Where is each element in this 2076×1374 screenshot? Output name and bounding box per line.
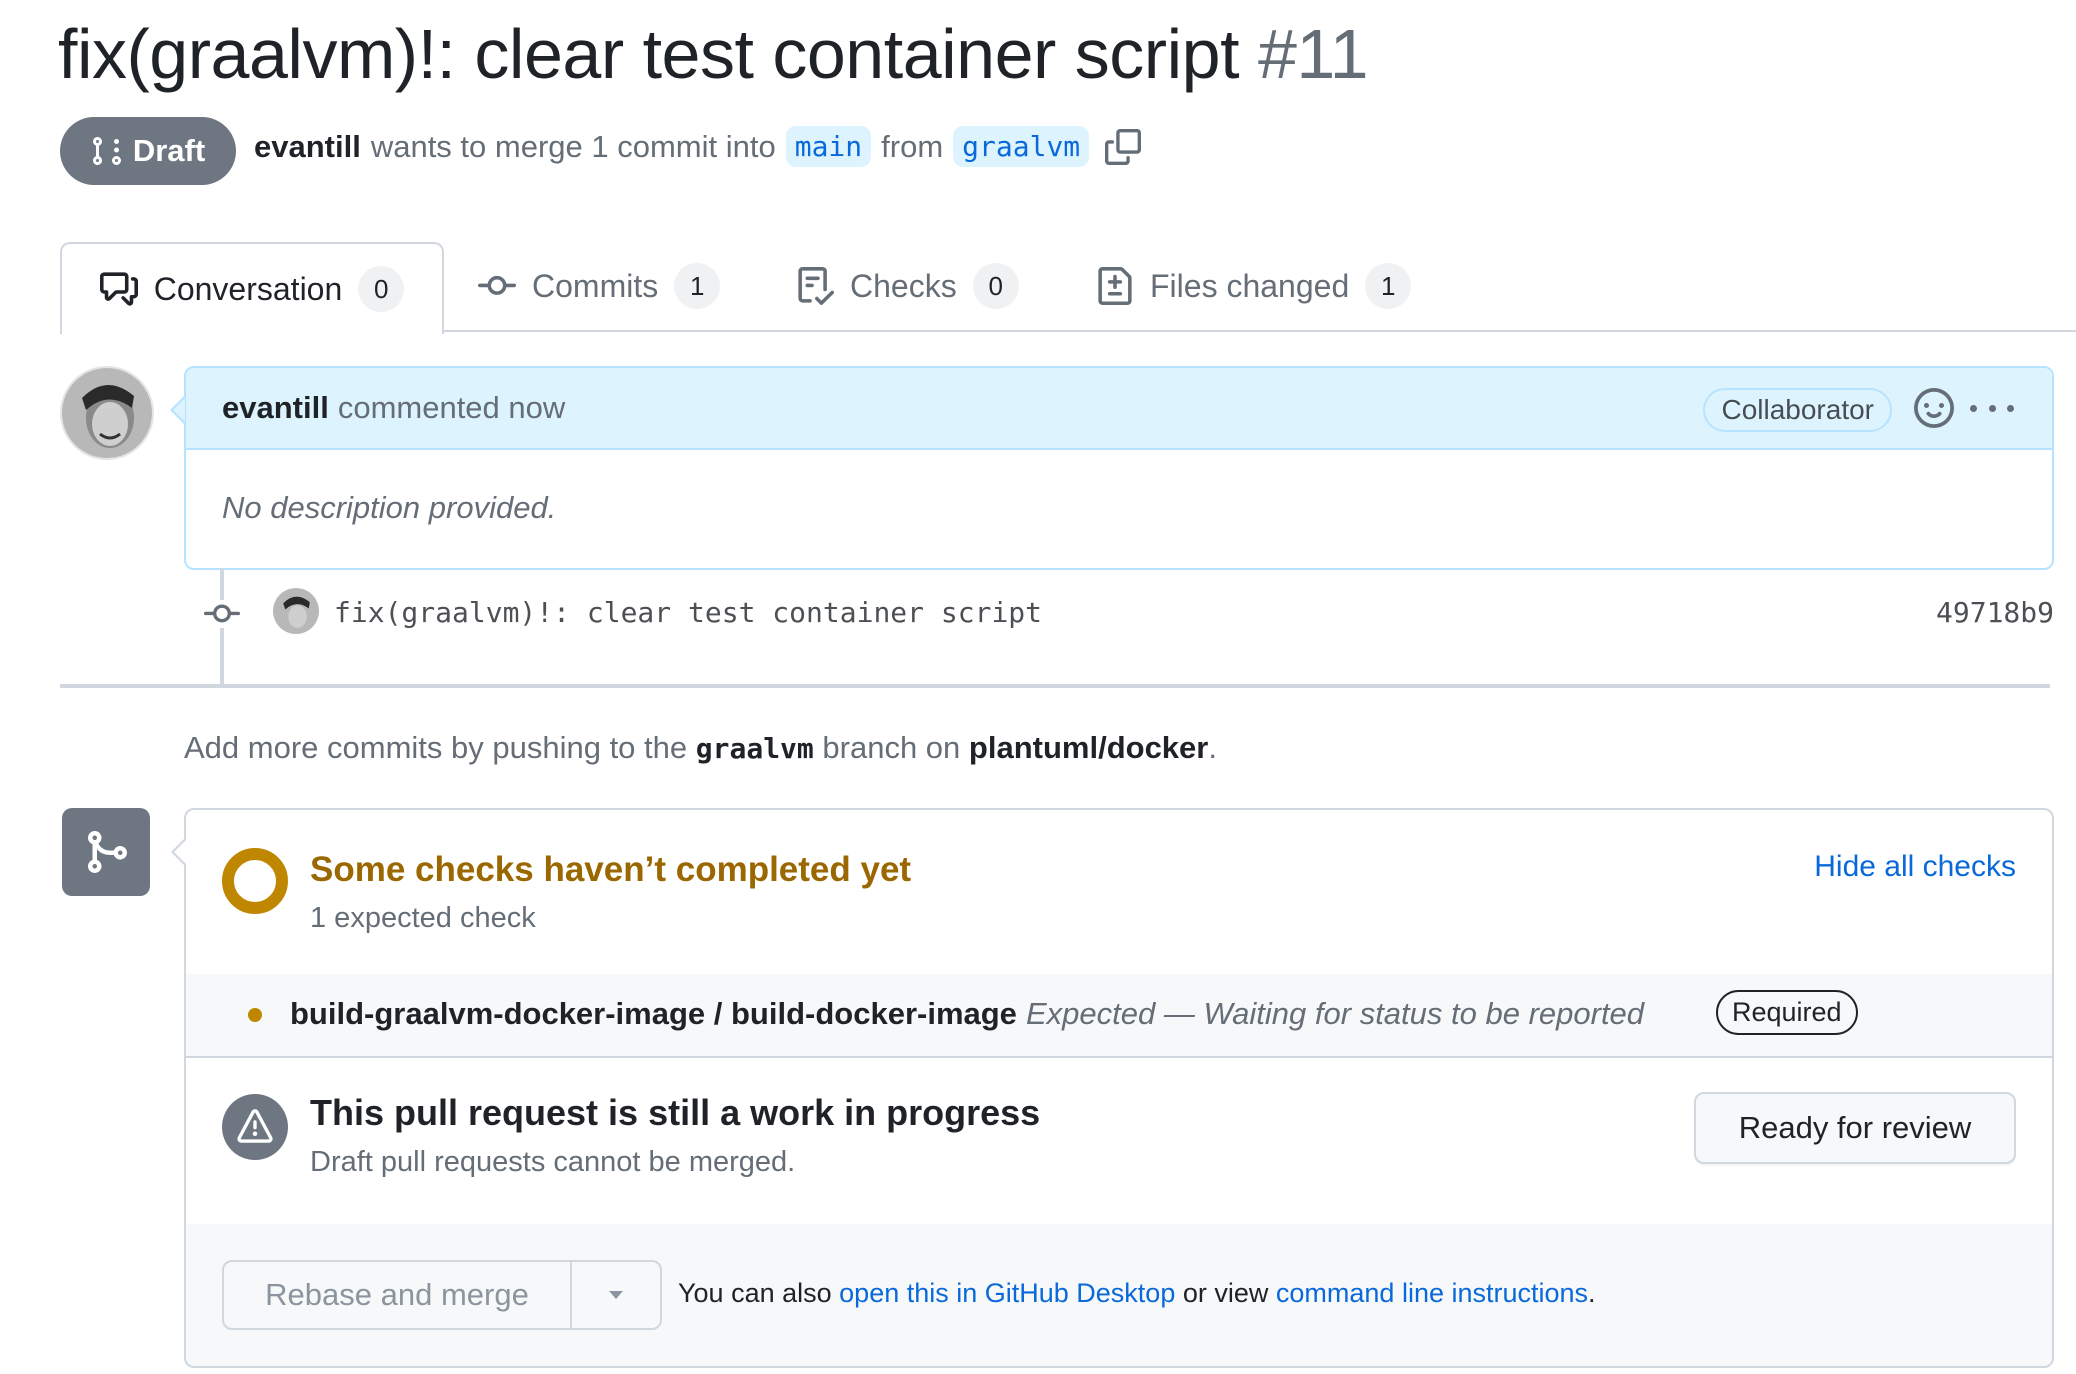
avatar-photo xyxy=(273,588,319,634)
hide-all-checks-link[interactable]: Hide all checks xyxy=(1814,850,2016,884)
pr-number: #11 xyxy=(1257,15,1369,93)
alert-icon xyxy=(237,1109,273,1143)
commit-author-avatar[interactable] xyxy=(273,588,319,634)
checks-summary: Some checks haven’t completed yet 1 expe… xyxy=(186,810,2052,976)
commit-message-link[interactable]: fix(graalvm)!: clear test container scri… xyxy=(334,596,1042,629)
draft-label: Draft xyxy=(132,133,206,168)
commit-sha-link[interactable]: 49718b9 xyxy=(1936,596,2054,629)
merge-hint-prefix: You can also xyxy=(678,1278,832,1308)
merge-hint-middle: or view xyxy=(1182,1278,1269,1308)
collaborator-badge: Collaborator xyxy=(1703,388,1892,432)
check-row: build-graalvm-docker-image / build-docke… xyxy=(186,974,2052,1058)
tab-commits[interactable]: Commits 1 xyxy=(478,242,721,330)
smiley-icon[interactable] xyxy=(1914,388,1954,428)
wip-section: This pull request is still a work in pro… xyxy=(186,1056,2052,1226)
comment-body: No description provided. xyxy=(222,490,557,525)
merge-hint: You can also open this in GitHub Desktop… xyxy=(678,1278,1596,1309)
tab-counter: 1 xyxy=(674,263,721,309)
tab-label: Commits xyxy=(532,267,659,304)
push-hint-prefix: Add more commits by pushing to the xyxy=(184,730,688,765)
comment-box: evantill commented now Collaborator No d… xyxy=(184,366,2054,570)
merge-method-dropdown[interactable] xyxy=(572,1262,660,1328)
author-avatar[interactable] xyxy=(60,366,154,460)
tab-conversation[interactable]: Conversation 0 xyxy=(60,242,444,334)
push-hint: Add more commits by pushing to the graal… xyxy=(184,730,1217,766)
alert-icon-circle xyxy=(222,1094,288,1160)
git-merge-icon xyxy=(88,831,128,873)
comment-timestamp[interactable]: commented now xyxy=(338,390,565,426)
git-commit-icon xyxy=(478,275,516,295)
merge-status-icon-box xyxy=(62,808,150,896)
pending-status-icon xyxy=(222,848,288,914)
checks-title: Some checks haven’t completed yet xyxy=(310,850,912,889)
git-pull-request-draft-icon xyxy=(92,137,121,166)
merge-button-group: Rebase and merge xyxy=(222,1260,662,1330)
head-branch-link[interactable]: graalvm xyxy=(953,126,1090,167)
command-line-instructions-link[interactable]: command line instructions xyxy=(1276,1278,1588,1308)
required-badge: Required xyxy=(1716,990,1858,1035)
check-status: Expected — Waiting for status to be repo… xyxy=(1026,996,1645,1031)
base-branch-link[interactable]: main xyxy=(785,126,872,167)
comment-discussion-icon xyxy=(99,272,138,306)
copy-icon[interactable] xyxy=(1105,128,1142,165)
tab-checks[interactable]: Checks 0 xyxy=(796,242,1019,330)
comment-author-link[interactable]: evantill xyxy=(222,390,329,426)
timeline-divider xyxy=(60,684,2050,688)
merge-box: Some checks haven’t completed yet 1 expe… xyxy=(184,808,2054,1368)
comment-header: evantill commented now Collaborator xyxy=(186,368,2052,450)
draft-state-badge: Draft xyxy=(60,117,236,185)
wip-subtitle: Draft pull requests cannot be merged. xyxy=(310,1146,796,1178)
open-github-desktop-link[interactable]: open this in GitHub Desktop xyxy=(839,1278,1175,1308)
pr-title-text: fix(graalvm)!: clear test container scri… xyxy=(58,15,1240,93)
push-hint-branch: graalvm xyxy=(695,732,814,765)
push-hint-suffix: . xyxy=(1208,730,1217,765)
merge-actions: Rebase and merge You can also open this … xyxy=(186,1224,2052,1366)
kebab-horizontal-icon[interactable] xyxy=(1970,388,2014,428)
pr-meta: evantill wants to merge 1 commit into ma… xyxy=(254,126,1142,167)
pending-dot-icon xyxy=(248,1008,262,1022)
checklist-icon xyxy=(798,267,834,305)
tab-files-changed[interactable]: Files changed 1 xyxy=(1096,242,1412,330)
wip-title: This pull request is still a work in pro… xyxy=(310,1092,1041,1133)
tab-counter: 0 xyxy=(358,266,405,312)
push-hint-repo: plantuml/docker xyxy=(968,730,1209,765)
check-name: build-graalvm-docker-image / build-docke… xyxy=(290,996,1017,1031)
ready-for-review-button[interactable]: Ready for review xyxy=(1694,1092,2016,1164)
from-text: from xyxy=(881,128,944,164)
pr-tabs: Conversation 0 Commits 1 Checks 0 Files … xyxy=(60,242,2076,334)
merge-text: wants to merge 1 commit into xyxy=(370,128,776,164)
pr-title: fix(graalvm)!: clear test container scri… xyxy=(58,14,1369,94)
tab-label: Checks xyxy=(850,267,957,304)
tab-label: Conversation xyxy=(153,270,343,307)
rebase-and-merge-button[interactable]: Rebase and merge xyxy=(224,1262,572,1328)
checks-subtitle: 1 expected check xyxy=(310,902,536,934)
merge-box-pointer-fill xyxy=(174,840,186,864)
tab-label: Files changed xyxy=(1150,267,1350,304)
tab-counter: 1 xyxy=(1365,263,1412,309)
triangle-down-icon xyxy=(609,1291,623,1299)
comment-pointer-fill xyxy=(173,398,185,422)
tab-counter: 0 xyxy=(972,263,1019,309)
merge-hint-suffix: . xyxy=(1588,1278,1596,1308)
pr-author-link[interactable]: evantill xyxy=(254,129,361,165)
avatar-photo xyxy=(62,368,152,458)
file-diff-icon xyxy=(1098,267,1132,305)
git-commit-icon xyxy=(204,600,240,628)
push-hint-middle: branch on xyxy=(822,730,961,765)
